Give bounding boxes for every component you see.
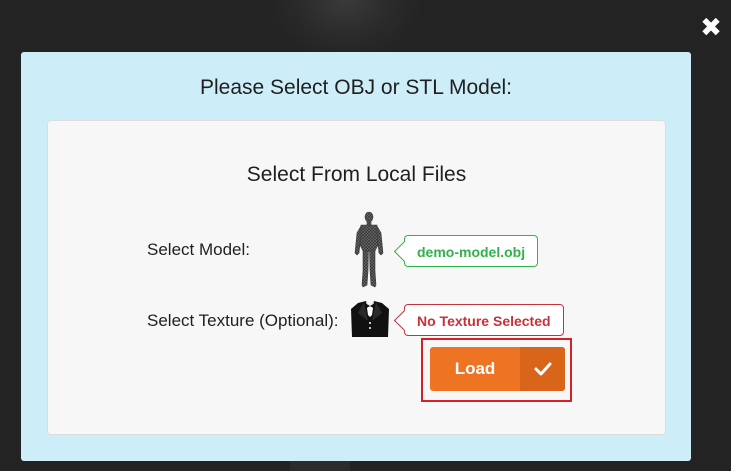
close-icon[interactable]: ✖	[699, 15, 723, 41]
select-texture-label: Select Texture (Optional):	[147, 311, 339, 330]
load-button[interactable]: Load	[430, 347, 565, 391]
checkmark-icon	[520, 347, 565, 391]
dialog-title: Please Select OBJ or STL Model:	[199, 76, 513, 99]
human-figure-icon[interactable]	[351, 211, 387, 289]
select-model-label: Select Model:	[147, 240, 250, 259]
tuxedo-icon[interactable]	[350, 301, 390, 337]
texture-file-status: No Texture Selected	[404, 304, 564, 336]
background-figure	[270, 0, 420, 60]
local-files-panel: Select From Local Files Select Model: de…	[47, 120, 666, 435]
model-select-dialog: Please Select OBJ or STL Model: Select F…	[21, 52, 691, 461]
model-file-status: demo-model.obj	[404, 235, 539, 267]
panel-title: Select From Local Files	[246, 163, 467, 186]
load-button-label: Load	[454, 359, 496, 378]
